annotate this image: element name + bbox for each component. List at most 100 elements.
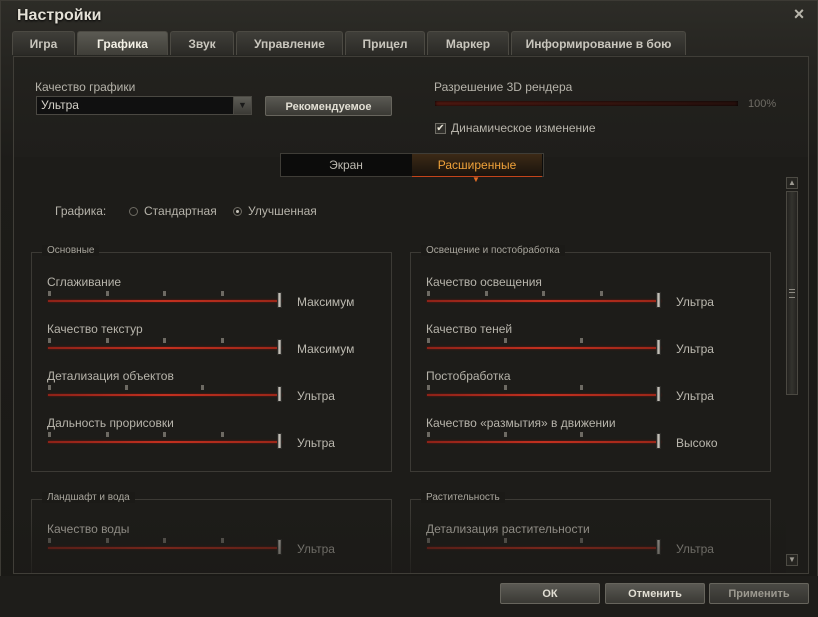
top-settings: Качество графики Ультра ▼ Рекомендуемое … bbox=[14, 57, 808, 157]
tab-battle-notifications[interactable]: Информирование в бою bbox=[511, 31, 686, 55]
setting-label: Качество текстур bbox=[47, 322, 143, 336]
slider-tick bbox=[48, 338, 51, 343]
tab-aim[interactable]: Прицел bbox=[345, 31, 425, 55]
setting-value: Ультра bbox=[676, 295, 714, 309]
slider-tick bbox=[504, 538, 507, 543]
slider-tick bbox=[427, 432, 430, 437]
slider-tick bbox=[48, 291, 51, 296]
scrollbar-thumb[interactable] bbox=[786, 191, 798, 395]
subtab-screen[interactable]: Экран bbox=[281, 154, 411, 176]
dynamic-resolution-checkbox[interactable]: ✔ bbox=[435, 123, 446, 134]
vertical-scrollbar[interactable]: ▲ ▼ bbox=[786, 177, 798, 573]
slider-tick bbox=[163, 538, 166, 543]
slider-thumb[interactable] bbox=[277, 292, 282, 308]
setting-value: Ультра bbox=[297, 542, 335, 556]
slider-texture-quality[interactable] bbox=[48, 338, 282, 355]
slider-tick bbox=[504, 385, 507, 390]
setting-label: Качество воды bbox=[47, 522, 130, 536]
recommended-button[interactable]: Рекомендуемое bbox=[265, 96, 392, 116]
slider-tick bbox=[221, 338, 224, 343]
group-landscape: Ландшафт и вода Качество воды Ультра bbox=[31, 492, 392, 573]
slider-tick bbox=[106, 432, 109, 437]
group-vegetation: Растительность Детализация растительност… bbox=[410, 492, 771, 573]
tab-marker[interactable]: Маркер bbox=[427, 31, 509, 55]
slider-draw-distance[interactable] bbox=[48, 432, 282, 449]
tab-sound[interactable]: Звук bbox=[170, 31, 234, 55]
slider-motion-blur[interactable] bbox=[427, 432, 661, 449]
render-resolution-slider[interactable] bbox=[435, 101, 738, 106]
setting-value: Ультра bbox=[676, 342, 714, 356]
slider-tick bbox=[427, 538, 430, 543]
graphics-panel: Качество графики Ультра ▼ Рекомендуемое … bbox=[13, 56, 809, 574]
radio-improved-label[interactable]: Улучшенная bbox=[248, 204, 317, 218]
slider-tick bbox=[427, 338, 430, 343]
slider-postprocessing[interactable] bbox=[427, 385, 661, 402]
setting-label: Постобработка bbox=[426, 369, 511, 383]
tab-game[interactable]: Игра bbox=[12, 31, 75, 55]
graphics-mode-label: Графика: bbox=[55, 204, 107, 218]
slider-tick bbox=[504, 432, 507, 437]
slider-thumb[interactable] bbox=[656, 292, 661, 308]
slider-thumb[interactable] bbox=[656, 433, 661, 449]
slider-tick bbox=[201, 385, 204, 390]
footer: ОК Отменить Применить bbox=[0, 576, 818, 617]
slider-thumb[interactable] bbox=[656, 386, 661, 402]
slider-tick bbox=[504, 338, 507, 343]
slider-thumb[interactable] bbox=[656, 339, 661, 355]
slider-tick bbox=[580, 432, 583, 437]
slider-tick bbox=[580, 338, 583, 343]
slider-tick bbox=[427, 385, 430, 390]
scroll-up-icon[interactable]: ▲ bbox=[786, 177, 798, 189]
subtab-advanced-label: Расширенные bbox=[437, 158, 517, 172]
slider-object-detail[interactable] bbox=[48, 385, 282, 402]
render-resolution-label: Разрешение 3D рендера bbox=[434, 80, 573, 94]
setting-value: Ультра bbox=[676, 389, 714, 403]
slider-tick bbox=[125, 385, 128, 390]
setting-value: Высоко bbox=[676, 436, 718, 450]
slider-tick bbox=[221, 538, 224, 543]
slider-tick bbox=[221, 432, 224, 437]
slider-lighting-quality[interactable] bbox=[427, 291, 661, 308]
slider-tick bbox=[580, 538, 583, 543]
setting-value: Максимум bbox=[297, 342, 355, 356]
group-lighting-title: Освещение и постобработка bbox=[421, 245, 565, 256]
group-main-title: Основные bbox=[42, 245, 100, 256]
dynamic-resolution-label: Динамическое изменение bbox=[451, 121, 596, 135]
quality-select[interactable]: Ультра ▼ bbox=[36, 96, 252, 115]
ok-button[interactable]: ОК bbox=[500, 583, 600, 604]
setting-value: Ультра bbox=[297, 389, 335, 403]
radio-improved[interactable] bbox=[233, 207, 242, 216]
slider-thumb[interactable] bbox=[277, 386, 282, 402]
slider-water-quality[interactable] bbox=[48, 538, 282, 555]
apply-button[interactable]: Применить bbox=[709, 583, 809, 604]
render-resolution-value: 100% bbox=[748, 98, 777, 110]
close-icon[interactable]: × bbox=[790, 5, 808, 23]
radio-standard-label[interactable]: Стандартная bbox=[144, 204, 217, 218]
window-title: Настройки bbox=[17, 7, 102, 24]
slider-thumb[interactable] bbox=[277, 539, 282, 555]
cancel-button[interactable]: Отменить bbox=[605, 583, 705, 604]
slider-thumb[interactable] bbox=[277, 433, 282, 449]
radio-standard[interactable] bbox=[129, 207, 138, 216]
setting-value: Ультра bbox=[676, 542, 714, 556]
setting-value: Максимум bbox=[297, 295, 355, 309]
slider-thumb[interactable] bbox=[656, 539, 661, 555]
slider-tick bbox=[485, 291, 488, 296]
slider-thumb[interactable] bbox=[277, 339, 282, 355]
slider-tick bbox=[106, 338, 109, 343]
slider-antialiasing[interactable] bbox=[48, 291, 282, 308]
subtab-bar: Экран Расширенные ▼ bbox=[280, 153, 544, 184]
slider-shadow-quality[interactable] bbox=[427, 338, 661, 355]
slider-tick bbox=[106, 291, 109, 296]
tab-graphics[interactable]: Графика bbox=[77, 31, 168, 55]
tab-controls[interactable]: Управление bbox=[236, 31, 343, 55]
slider-tick bbox=[163, 432, 166, 437]
subtab-advanced[interactable]: Расширенные ▼ bbox=[412, 154, 542, 184]
scroll-down-icon[interactable]: ▼ bbox=[786, 554, 798, 566]
setting-label: Сглаживание bbox=[47, 275, 122, 289]
chevron-down-icon[interactable]: ▼ bbox=[233, 97, 251, 114]
slider-tick bbox=[542, 291, 545, 296]
slider-vegetation-detail[interactable] bbox=[427, 538, 661, 555]
setting-label: Качество «размытия» в движении bbox=[426, 416, 616, 430]
setting-label: Качество теней bbox=[426, 322, 513, 336]
